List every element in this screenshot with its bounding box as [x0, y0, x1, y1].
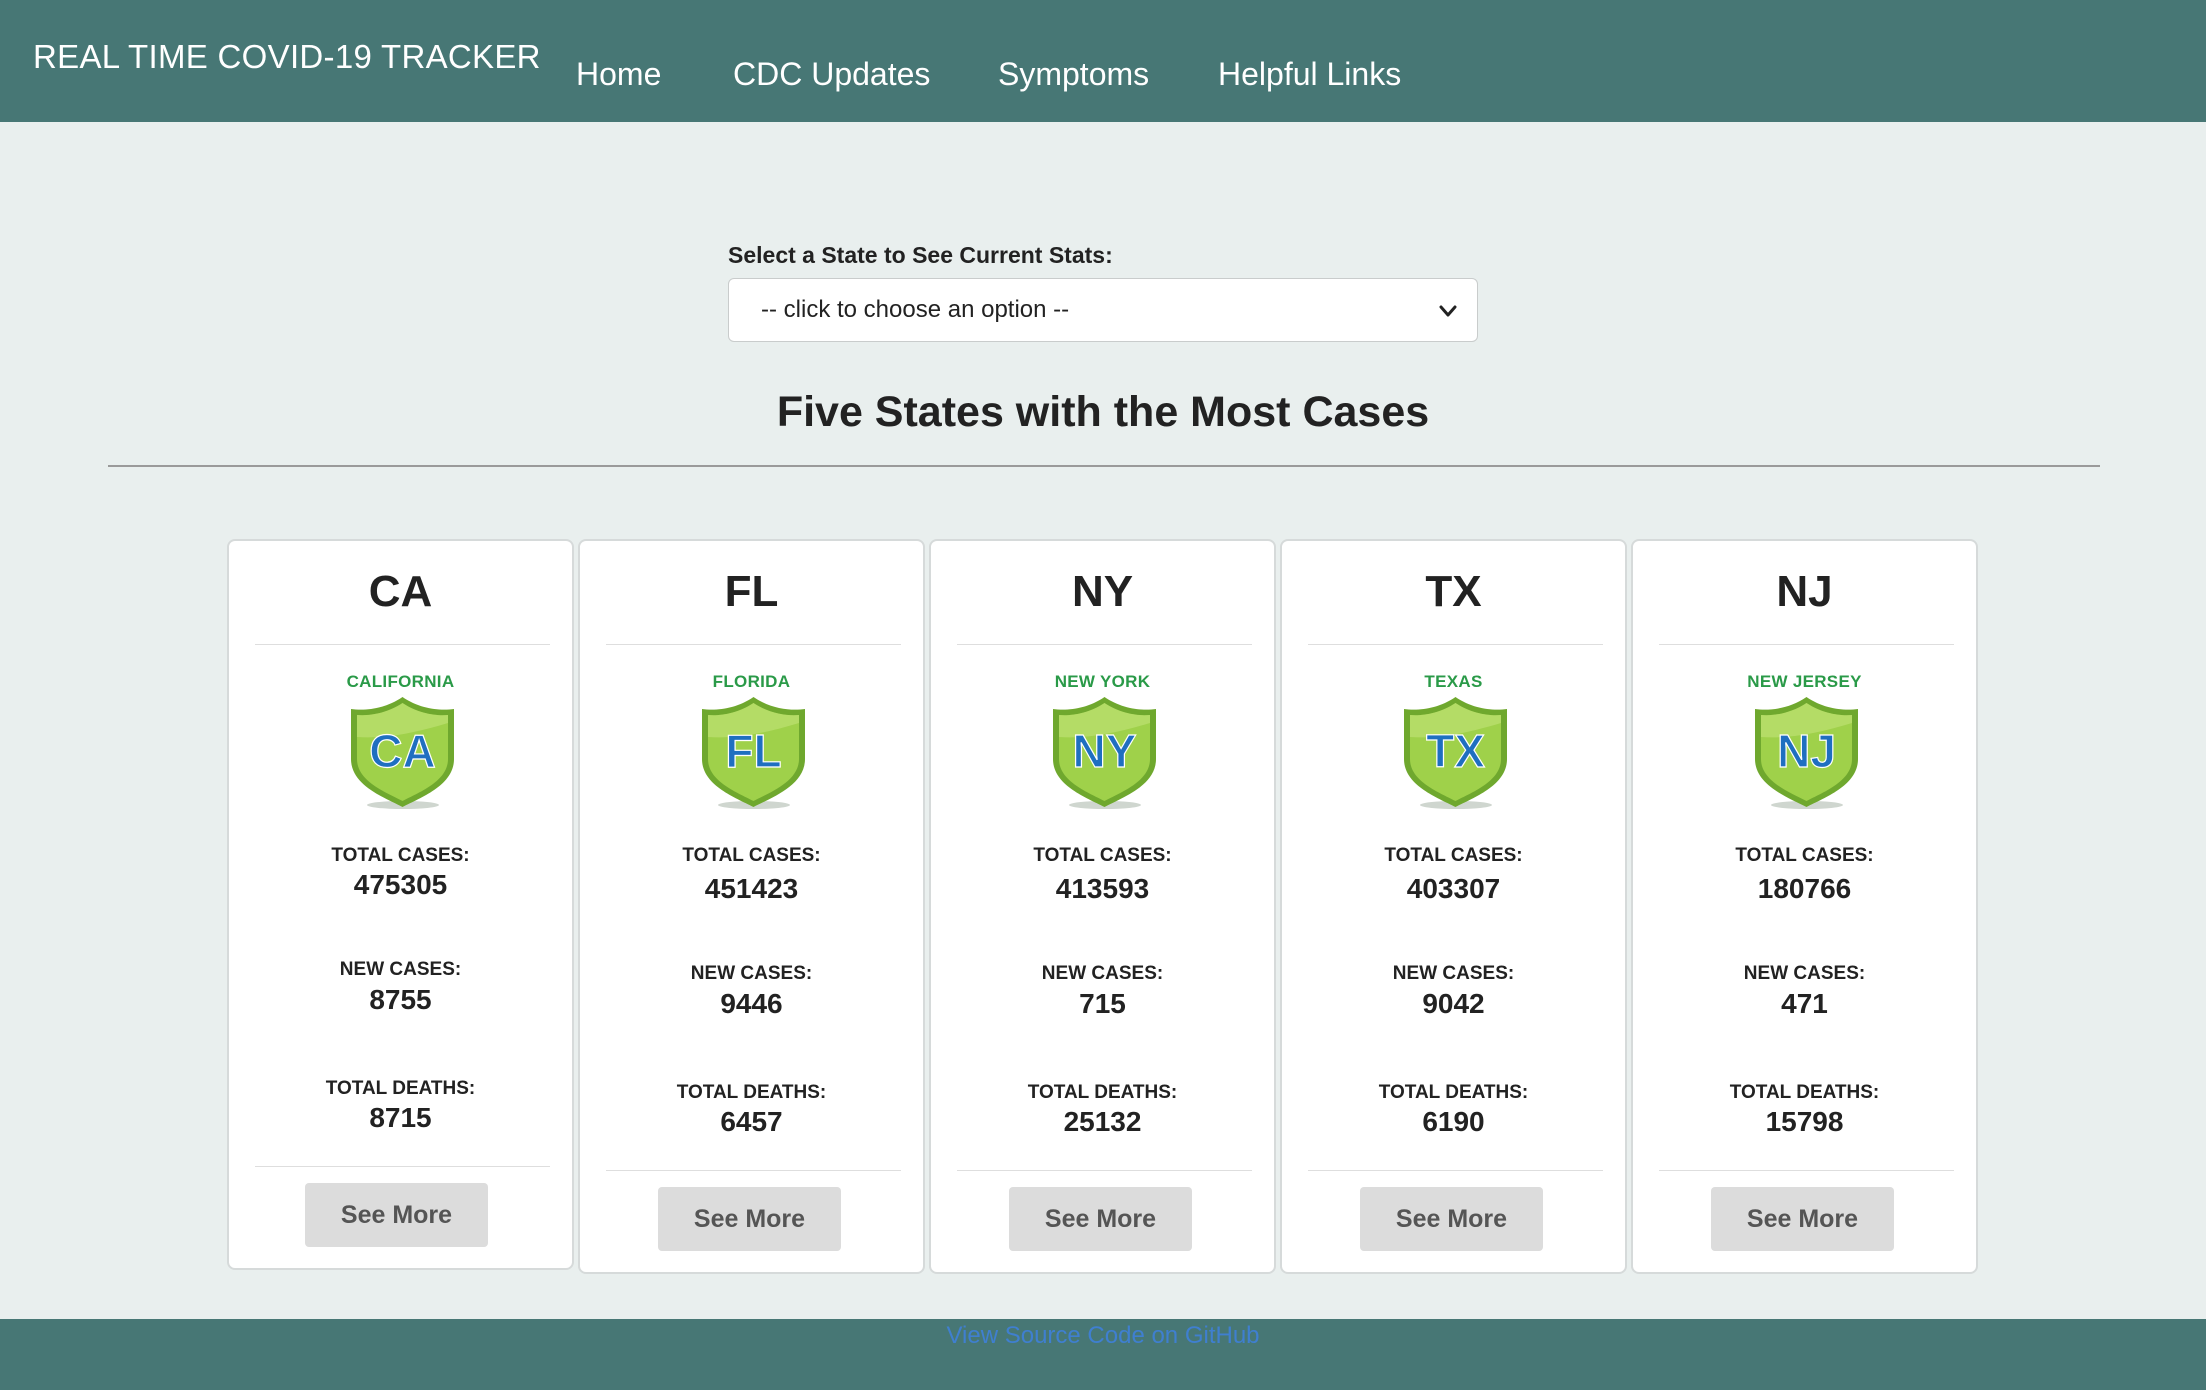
github-source-link[interactable]: View Source Code on GitHub — [0, 1322, 2206, 1350]
state-card-fl: FL FLORIDA FL TOTAL CASES: 451423 NEW CA… — [578, 539, 925, 1274]
total-deaths-value: 15798 — [1765, 1106, 1844, 1137]
badge-letters: NY — [1073, 725, 1137, 777]
footer: View Source Code on GitHub — [0, 1319, 2206, 1390]
new-cases-value: 8755 — [369, 984, 432, 1015]
state-shield-badge: NY — [1053, 697, 1156, 809]
section-title: Five States with the Most Cases — [776, 388, 1430, 436]
state-shield-badge: TX — [1404, 697, 1507, 809]
badge-letters: CA — [369, 725, 435, 777]
badge-letters: TX — [1426, 725, 1485, 777]
new-cases-value: 9446 — [720, 988, 783, 1019]
new-cases-value: 9042 — [1422, 988, 1485, 1019]
nav-home[interactable]: Home — [576, 56, 661, 93]
state-card-ny: NY NEW YORK NY TOTAL CASES: 413593 NEW C… — [929, 539, 1276, 1274]
state-abbr: CA — [368, 567, 433, 616]
badge-state-name: NEW YORK — [1054, 672, 1151, 691]
card-divider — [957, 644, 1252, 645]
state-abbr: NJ — [1776, 567, 1833, 616]
total-cases-label: TOTAL CASES: — [331, 845, 470, 866]
section-divider — [108, 465, 2100, 467]
new-cases-value: 715 — [1079, 988, 1126, 1019]
total-cases-value: 475305 — [353, 869, 448, 900]
card-divider — [1308, 644, 1603, 645]
total-deaths-label: TOTAL DEATHS: — [1027, 1082, 1178, 1103]
state-select-value: -- click to choose an option -- — [761, 296, 1070, 323]
state-shield-badge: NJ — [1755, 697, 1858, 809]
badge-state-name: FLORIDA — [712, 672, 791, 691]
card-divider — [957, 1170, 1252, 1171]
total-cases-label: TOTAL CASES: — [1033, 845, 1172, 866]
chevron-down-icon — [1439, 305, 1457, 317]
card-divider — [606, 1170, 901, 1171]
new-cases-label: NEW CASES: — [1041, 963, 1164, 984]
total-deaths-label: TOTAL DEATHS: — [1378, 1082, 1529, 1103]
badge-letters: NJ — [1777, 725, 1836, 777]
total-deaths-value: 8715 — [369, 1102, 432, 1133]
navbar: REAL TIME COVID-19 TRACKER Home CDC Upda… — [0, 0, 2206, 122]
total-deaths-value: 6190 — [1422, 1106, 1485, 1137]
badge-letters: FL — [725, 725, 781, 777]
total-deaths-label: TOTAL DEATHS: — [1729, 1082, 1880, 1103]
new-cases-label: NEW CASES: — [339, 959, 462, 980]
total-cases-label: TOTAL CASES: — [1735, 845, 1874, 866]
new-cases-label: NEW CASES: — [690, 963, 813, 984]
state-card-ca: CA CALIFORNIA CA TOTAL CASES: 475305 NEW… — [227, 539, 574, 1270]
card-divider — [255, 1166, 550, 1167]
brand-title[interactable]: REAL TIME COVID-19 TRACKER — [33, 38, 541, 76]
total-cases-value: 403307 — [1406, 873, 1501, 904]
badge-state-name: NEW JERSEY — [1747, 672, 1862, 691]
state-shield-badge: CA — [351, 697, 454, 809]
state-abbr: FL — [724, 567, 779, 616]
badge-state-name: CALIFORNIA — [346, 672, 455, 691]
nav-symptoms[interactable]: Symptoms — [998, 56, 1149, 93]
state-shield-badge: FL — [702, 697, 805, 809]
see-more-button[interactable]: See More — [1711, 1187, 1894, 1251]
badge-state-name: TEXAS — [1424, 672, 1483, 691]
card-divider — [1659, 1170, 1954, 1171]
see-more-button[interactable]: See More — [658, 1187, 841, 1251]
total-cases-value: 180766 — [1757, 873, 1852, 904]
nav-helpful-links[interactable]: Helpful Links — [1218, 56, 1401, 93]
state-abbr: TX — [1425, 567, 1482, 616]
total-deaths-value: 25132 — [1063, 1106, 1142, 1137]
total-deaths-value: 6457 — [720, 1106, 783, 1137]
total-cases-value: 451423 — [704, 873, 799, 904]
state-select[interactable]: -- click to choose an option -- — [728, 278, 1478, 342]
total-cases-label: TOTAL CASES: — [1384, 845, 1523, 866]
total-cases-label: TOTAL CASES: — [682, 845, 821, 866]
state-card-nj: NJ NEW JERSEY NJ TOTAL CASES: 180766 NEW… — [1631, 539, 1978, 1274]
total-deaths-label: TOTAL DEATHS: — [325, 1078, 476, 1099]
see-more-button[interactable]: See More — [305, 1183, 488, 1247]
card-divider — [255, 644, 550, 645]
card-divider — [606, 644, 901, 645]
see-more-button[interactable]: See More — [1009, 1187, 1192, 1251]
state-select-label: Select a State to See Current Stats: — [728, 242, 1113, 268]
total-cases-value: 413593 — [1055, 873, 1150, 904]
card-divider — [1308, 1170, 1603, 1171]
total-deaths-label: TOTAL DEATHS: — [676, 1082, 827, 1103]
new-cases-label: NEW CASES: — [1392, 963, 1515, 984]
state-card-tx: TX TEXAS TX TOTAL CASES: 403307 NEW CASE… — [1280, 539, 1627, 1274]
new-cases-label: NEW CASES: — [1743, 963, 1866, 984]
nav-cdc-updates[interactable]: CDC Updates — [733, 56, 930, 93]
see-more-button[interactable]: See More — [1360, 1187, 1543, 1251]
state-abbr: NY — [1071, 567, 1134, 616]
new-cases-value: 471 — [1781, 988, 1828, 1019]
card-divider — [1659, 644, 1954, 645]
